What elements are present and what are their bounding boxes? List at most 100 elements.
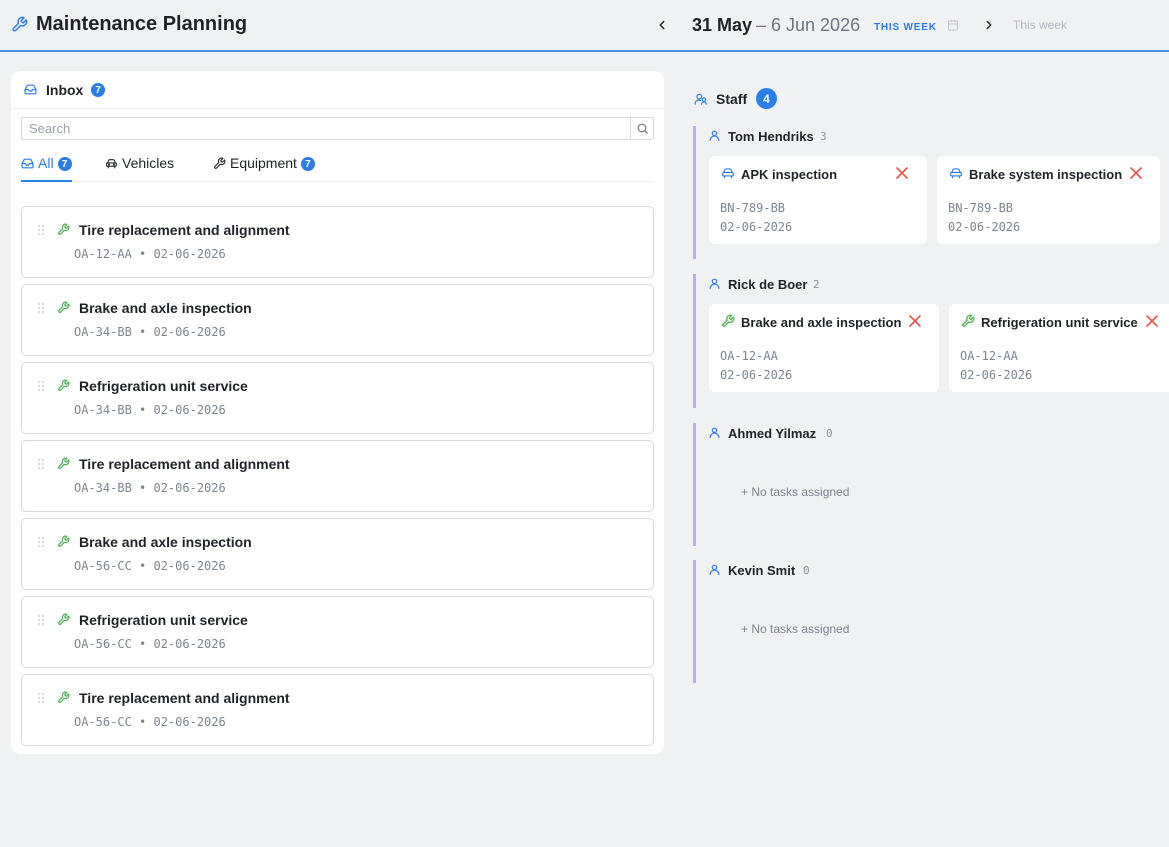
user-icon (709, 564, 720, 575)
staff-name: Rick de Boer (728, 277, 808, 292)
close-icon[interactable] (1146, 315, 1158, 327)
search-icon (637, 123, 648, 134)
search-box (21, 117, 654, 140)
task-card[interactable]: Brake and axle inspection OA-34-BB • 02-… (21, 284, 654, 356)
car-icon (722, 168, 734, 179)
task-title: Refrigeration unit service (79, 612, 248, 628)
tab-equipment-label: Equipment (230, 155, 297, 171)
tab-all-label: All (38, 155, 54, 171)
this-week-badge: THIS WEEK (874, 22, 937, 33)
staff-name: Ahmed Yilmaz (728, 426, 817, 441)
assigned-task-plate: OA-12-AA (720, 349, 778, 363)
previous-week-button[interactable] (650, 13, 674, 37)
search-button[interactable] (630, 118, 653, 139)
task-meta: OA-56-CC • 02-06-2026 (74, 715, 226, 729)
staff-task-count: 2 (813, 278, 820, 291)
task-meta: OA-34-BB • 02-06-2026 (74, 403, 226, 417)
close-icon[interactable] (909, 315, 921, 327)
inbox-header: Inbox 7 (11, 71, 664, 109)
task-card[interactable]: Refrigeration unit service OA-34-BB • 02… (21, 362, 654, 434)
car-icon (106, 159, 117, 169)
wrench-icon (722, 314, 735, 327)
users-icon (694, 93, 707, 105)
task-card[interactable]: Brake and axle inspection OA-56-CC • 02-… (21, 518, 654, 590)
assigned-task-card[interactable]: Brake system inspection BN-789-BB 02-06-… (937, 156, 1160, 244)
inbox-title: Inbox (46, 82, 84, 98)
staff-name: Kevin Smit (728, 563, 796, 578)
user-icon (709, 278, 720, 289)
assigned-task-date: 02-06-2026 (720, 220, 793, 234)
staff-task-count: 0 (826, 427, 833, 440)
empty-drop-zone[interactable]: + No tasks assigned (741, 485, 849, 499)
tab-vehicles[interactable]: Vehicles (105, 155, 174, 182)
car-icon (950, 168, 962, 179)
wrench-icon (214, 157, 226, 169)
assigned-task-date: 02-06-2026 (720, 368, 793, 382)
task-card[interactable]: Tire replacement and alignment OA-56-CC … (21, 674, 654, 746)
app-header: Maintenance Planning 31 May – 6 Jun 2026… (0, 0, 1169, 52)
tab-vehicles-label: Vehicles (122, 155, 175, 171)
task-meta: OA-56-CC • 02-06-2026 (74, 559, 226, 573)
search-input[interactable] (22, 118, 630, 139)
chevron-right-icon (986, 20, 992, 30)
inbox-icon (21, 158, 34, 169)
chevron-left-icon (659, 20, 665, 30)
wrench-icon (58, 301, 70, 313)
drag-handle-icon[interactable] (37, 536, 45, 548)
task-card[interactable]: Tire replacement and alignment OA-34-BB … (21, 440, 654, 512)
drag-handle-icon[interactable] (37, 224, 45, 236)
this-week-button[interactable]: This week (1013, 18, 1067, 32)
task-title: Tire replacement and alignment (79, 222, 290, 238)
inbox-icon (24, 84, 37, 95)
inbox-panel: Inbox 7 All 7 Vehicles Equipment 7 Tire … (11, 71, 664, 754)
task-title: Tire replacement and alignment (79, 690, 290, 706)
task-title: Tire replacement and alignment (79, 456, 290, 472)
task-title: Brake and axle inspection (79, 300, 252, 316)
task-card[interactable]: Refrigeration unit service OA-56-CC • 02… (21, 596, 654, 668)
inbox-count-badge: 7 (91, 83, 105, 97)
wrench-icon (58, 535, 70, 547)
wrench-icon (962, 314, 975, 327)
wrench-icon (58, 457, 70, 469)
drag-handle-icon[interactable] (37, 458, 45, 470)
close-icon[interactable] (1130, 167, 1142, 179)
task-meta: OA-56-CC • 02-06-2026 (74, 637, 226, 651)
close-icon[interactable] (896, 167, 908, 179)
tab-all-count: 7 (57, 157, 72, 171)
drag-handle-icon[interactable] (37, 302, 45, 314)
assigned-task-title: Brake and axle inspection (741, 315, 902, 330)
task-meta: OA-12-AA • 02-06-2026 (74, 247, 226, 261)
drag-handle-icon[interactable] (37, 692, 45, 704)
staff-member-rick-de-boer: Rick de Boer 2 Brake and axle inspection… (693, 274, 1169, 408)
assigned-task-title: Refrigeration unit service (981, 315, 1138, 330)
drag-handle-icon[interactable] (37, 614, 45, 626)
next-week-button[interactable] (977, 13, 1001, 37)
wrench-icon (58, 613, 70, 625)
staff-member-tom-hendriks: Tom Hendriks 3 APK inspection BN-789-BB … (693, 126, 1169, 259)
staff-count-badge: 4 (756, 88, 777, 109)
task-title: Brake and axle inspection (79, 534, 252, 550)
wrench-icon (58, 691, 70, 703)
wrench-icon (12, 16, 28, 32)
tab-all[interactable]: All 7 (21, 155, 72, 182)
assigned-task-card[interactable]: APK inspection BN-789-BB 02-06-2026 (709, 156, 927, 244)
assigned-task-title: APK inspection (741, 167, 838, 182)
staff-member-kevin-smit: Kevin Smit 0 + No tasks assigned (693, 560, 1169, 683)
task-card[interactable]: Tire replacement and alignment OA-12-AA … (21, 206, 654, 278)
assigned-task-card[interactable]: Refrigeration unit service OA-12-AA 02-0… (949, 304, 1169, 392)
assigned-task-card[interactable]: Brake and axle inspection OA-12-AA 02-06… (709, 304, 939, 392)
inbox-tabs: All 7 Vehicles Equipment 7 (21, 151, 654, 182)
wrench-icon (58, 379, 70, 391)
empty-drop-zone[interactable]: + No tasks assigned (741, 622, 849, 636)
assigned-task-title: Brake system inspection (969, 167, 1123, 182)
assigned-task-plate: BN-789-BB (948, 201, 1014, 215)
calendar-icon[interactable] (947, 19, 959, 31)
task-meta: OA-34-BB • 02-06-2026 (74, 481, 226, 495)
tab-equipment-count: 7 (300, 157, 315, 171)
staff-name: Tom Hendriks (728, 129, 814, 144)
assigned-task-date: 02-06-2026 (960, 368, 1033, 382)
tab-equipment[interactable]: Equipment 7 (213, 155, 315, 182)
range-start: 31 May (692, 15, 753, 35)
user-icon (709, 427, 720, 438)
drag-handle-icon[interactable] (37, 380, 45, 392)
